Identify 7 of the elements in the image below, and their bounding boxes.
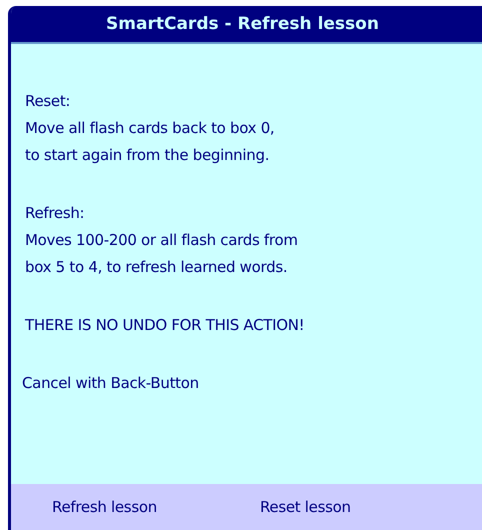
window-title: SmartCards - Refresh lesson <box>11 6 482 44</box>
info-paragraph: Refresh: Moves 100-200 or all flash cards from box 5 to 4, to refresh learned words. <box>25 203 299 278</box>
warning-text: THERE IS NO UNDO FOR THIS ACTION! <box>25 315 306 336</box>
refresh-button[interactable]: Refresh lesson <box>44 494 165 520</box>
info-paragraph: Reset: Move all flash cards back to box 0, to start again from the beginning. <box>25 91 276 166</box>
reset-button[interactable]: Reset lesson <box>252 494 359 520</box>
hint-text: Cancel with Back-Button <box>22 373 200 394</box>
